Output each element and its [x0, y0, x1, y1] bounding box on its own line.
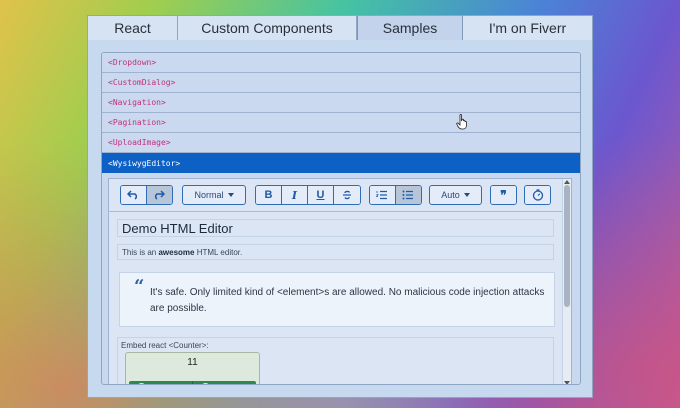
- blockquote-text: It's safe. Only limited kind of <element…: [150, 287, 545, 314]
- editor-scrollbar[interactable]: [562, 179, 571, 384]
- editor-content[interactable]: Demo HTML Editor This is an awesome HTML…: [114, 219, 556, 384]
- bullet-list-icon: [402, 190, 414, 200]
- counter-widget: 11: [125, 352, 260, 384]
- tab-custom-components[interactable]: Custom Components: [178, 16, 357, 40]
- underline-button[interactable]: U: [308, 186, 334, 204]
- app-window: React Custom Components Samples I'm on F…: [87, 15, 593, 398]
- inline-style-group: B I U: [255, 185, 361, 205]
- paragraph-suffix: HTML editor.: [194, 248, 243, 257]
- paragraph-prefix: This is an: [122, 248, 159, 257]
- blockquote-button[interactable]: ❞: [491, 186, 516, 204]
- history-group: [120, 185, 173, 205]
- embed-counter-button[interactable]: [525, 186, 550, 204]
- ordered-list-button[interactable]: [370, 186, 396, 204]
- paragraph-bold: awesome: [158, 248, 195, 257]
- undo-icon: [127, 190, 138, 200]
- editor-blockquote[interactable]: “ It's safe. Only limited kind of <eleme…: [119, 272, 555, 327]
- strikethrough-button[interactable]: [334, 186, 360, 204]
- sample-item-pagination[interactable]: <Pagination>: [102, 113, 580, 133]
- embed-group: [524, 185, 551, 205]
- list-group: [369, 185, 422, 205]
- scroll-down-icon[interactable]: [564, 381, 570, 384]
- sample-item-custom-dialog[interactable]: <CustomDialog>: [102, 73, 580, 93]
- redo-button[interactable]: [146, 186, 172, 204]
- tab-bar: React Custom Components Samples I'm on F…: [88, 16, 592, 40]
- text-direction-value: Auto: [441, 190, 460, 200]
- bullet-list-button[interactable]: [395, 186, 421, 204]
- bold-button[interactable]: B: [256, 186, 282, 204]
- sample-item-navigation[interactable]: <Navigation>: [102, 93, 580, 113]
- block-format-value: Normal: [194, 190, 224, 200]
- sample-item-upload-image[interactable]: <UploadImage>: [102, 133, 580, 153]
- samples-panel: <Dropdown> <CustomDialog> <Navigation> <…: [101, 52, 581, 385]
- chevron-down-icon: [463, 193, 470, 197]
- quote-mark-icon: “: [134, 276, 145, 297]
- hand-cursor-icon: [456, 114, 467, 130]
- editor-heading[interactable]: Demo HTML Editor: [117, 219, 554, 237]
- tab-fiverr[interactable]: I'm on Fiverr: [463, 16, 592, 40]
- sample-item-wysiwyg-editor[interactable]: <WysiwygEditor>: [102, 153, 580, 173]
- italic-button[interactable]: I: [282, 186, 308, 204]
- block-format-dropdown[interactable]: Normal: [182, 185, 246, 205]
- chevron-down-icon: [227, 193, 234, 197]
- counter-buttons: [129, 381, 256, 384]
- sample-item-dropdown[interactable]: <Dropdown>: [102, 53, 580, 73]
- tab-react[interactable]: React: [88, 16, 178, 40]
- counter-decrement-button[interactable]: [129, 381, 193, 384]
- timer-icon: [532, 189, 543, 201]
- scroll-up-icon[interactable]: [564, 180, 570, 184]
- counter-increment-button[interactable]: [193, 381, 256, 384]
- embed-block[interactable]: Embed react <Counter>: 11: [117, 337, 554, 384]
- counter-value: 11: [187, 357, 198, 368]
- scroll-thumb[interactable]: [564, 185, 570, 307]
- quote-icon: ❞: [500, 188, 507, 202]
- undo-button[interactable]: [121, 186, 147, 204]
- wysiwyg-editor: Normal B I U Auto ❞ Demo HTML Editor Thi…: [108, 178, 572, 384]
- embed-label: Embed react <Counter>:: [121, 341, 209, 350]
- tab-samples[interactable]: Samples: [357, 16, 463, 40]
- strikethrough-icon: [343, 190, 351, 200]
- redo-icon: [155, 190, 166, 200]
- quote-group: ❞: [490, 185, 517, 205]
- editor-paragraph[interactable]: This is an awesome HTML editor.: [117, 244, 554, 260]
- text-direction-dropdown[interactable]: Auto: [429, 185, 482, 205]
- ordered-list-icon: [376, 190, 388, 200]
- editor-toolbar: Normal B I U Auto ❞: [109, 179, 565, 212]
